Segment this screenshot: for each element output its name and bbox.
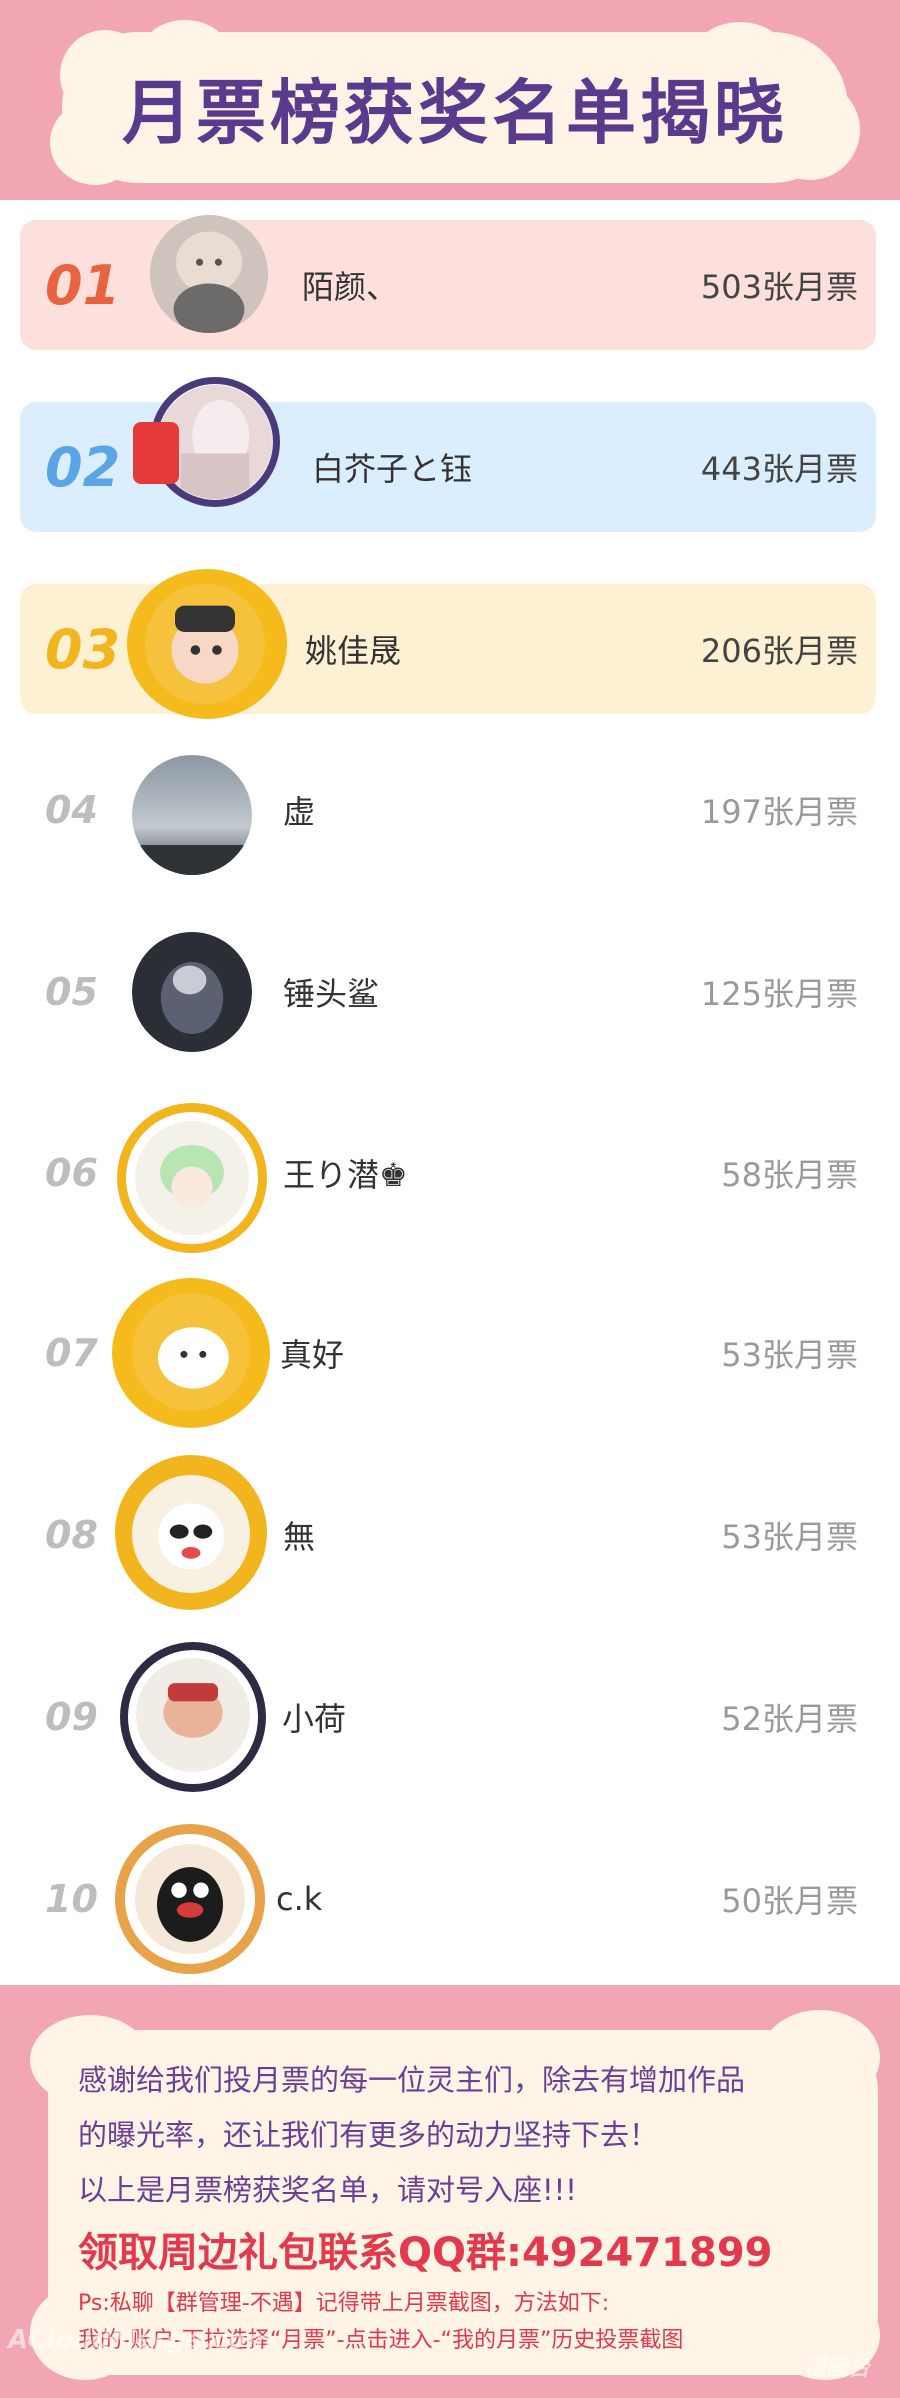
vote-count: 503张月票 bbox=[700, 268, 858, 306]
rank-number: 01 bbox=[45, 253, 121, 317]
rank-number: 10 bbox=[45, 1877, 98, 1921]
avatar bbox=[136, 1658, 250, 1772]
vote-count: 125张月票 bbox=[700, 975, 858, 1013]
rank-number: 02 bbox=[45, 435, 121, 499]
list-item: 07 真好 53张月票 bbox=[0, 1278, 900, 1428]
rank-number: 05 bbox=[45, 970, 98, 1014]
user-name: 虚 bbox=[283, 793, 316, 831]
user-name: 锤头鲨 bbox=[283, 975, 380, 1013]
ps-text-line1: Ps:私聊【群管理-不遇】记得带上月票截图，方法如下: bbox=[78, 2291, 610, 2316]
thanks-text-line3: 以上是月票榜获奖名单，请对号入座!!! bbox=[78, 2173, 577, 2207]
avatar bbox=[150, 215, 268, 333]
user-name: 小荷 bbox=[282, 1700, 347, 1738]
lucky-bag-icon bbox=[133, 422, 179, 484]
rank-number: 04 bbox=[45, 788, 98, 832]
user-name: 無 bbox=[283, 1518, 316, 1556]
thanks-text-line1: 感谢给我们投月票的每一位灵主们，除去有增加作品 bbox=[78, 2063, 746, 2097]
list-item: 08 無 53张月票 bbox=[0, 1455, 900, 1610]
rank-number: 08 bbox=[45, 1513, 98, 1557]
user-name: 王り潜♚ bbox=[283, 1156, 408, 1194]
user-name: 白芥子と钰 bbox=[312, 450, 473, 488]
vote-count: 53张月票 bbox=[721, 1336, 858, 1374]
vote-count: 53张月票 bbox=[721, 1518, 858, 1556]
user-name: 姚佳晟 bbox=[305, 632, 402, 670]
avatar bbox=[145, 584, 265, 704]
list-item: 01 陌颜、 503张月票 bbox=[0, 200, 900, 350]
thanks-text-line2: 的曝光率，还让我们有更多的动力坚持下去！ bbox=[78, 2118, 659, 2152]
vote-count: 443张月票 bbox=[700, 450, 858, 488]
list-item: 06 王り潜♚ 58张月票 bbox=[0, 1103, 900, 1253]
avatar bbox=[135, 1844, 245, 1954]
list-item: 03 姚佳晟 206张月票 bbox=[0, 564, 900, 719]
list-item: 10 c.k 50张月票 bbox=[0, 1824, 900, 1974]
header-banner: 月票榜获奖名单揭晓 bbox=[0, 0, 900, 200]
user-name: c.k bbox=[276, 1880, 323, 1918]
rank-number: 06 bbox=[45, 1151, 98, 1195]
vote-count: 206张月票 bbox=[700, 632, 858, 670]
avatar bbox=[132, 932, 252, 1052]
avatar bbox=[132, 1293, 250, 1411]
page-title: 月票榜获奖名单揭晓 bbox=[122, 72, 788, 154]
list-item: 05 锤头鲨 125张月票 bbox=[0, 927, 900, 1057]
list-item: 02 白芥子と钰 443张月票 bbox=[0, 377, 900, 532]
rank-number: 07 bbox=[45, 1331, 98, 1375]
vote-count: 50张月票 bbox=[721, 1882, 858, 1920]
avatar bbox=[135, 1121, 249, 1235]
vote-count: 197张月票 bbox=[700, 793, 858, 831]
user-name: 真好 bbox=[280, 1336, 345, 1374]
watermark-logo: 漫画台 bbox=[803, 2356, 870, 2381]
avatar bbox=[132, 755, 252, 875]
list-item: 04 虚 197张月票 bbox=[0, 745, 900, 875]
watermark: ACloudMerge.com bbox=[8, 2325, 274, 2355]
rank-number: 09 bbox=[45, 1695, 98, 1739]
user-name: 陌颜、 bbox=[302, 268, 399, 306]
qq-group-text: 领取周边礼包联系QQ群:492471899 bbox=[78, 2230, 773, 2276]
vote-count: 52张月票 bbox=[721, 1700, 858, 1738]
list-item: 09 小荷 52张月票 bbox=[0, 1642, 900, 1792]
rank-number: 03 bbox=[45, 617, 121, 681]
vote-count: 58张月票 bbox=[721, 1156, 858, 1194]
avatar bbox=[132, 1475, 250, 1593]
